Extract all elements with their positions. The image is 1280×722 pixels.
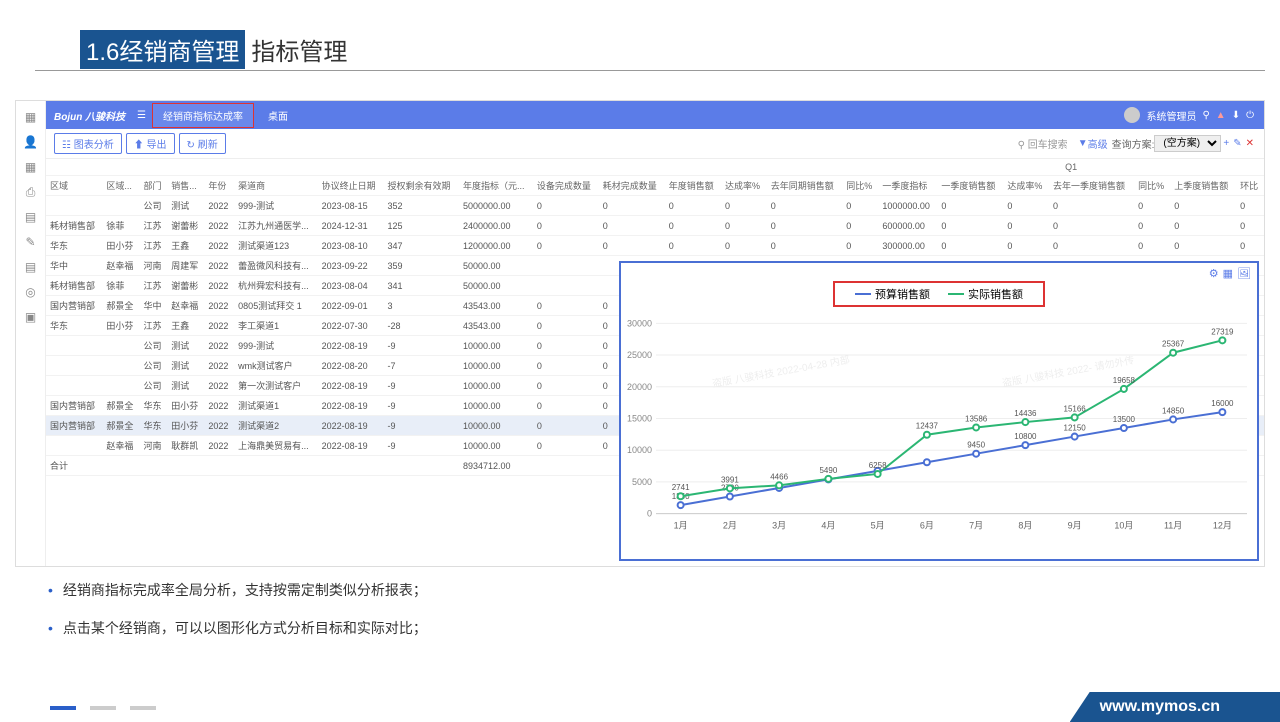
delete-icon[interactable]: ✕ [1246, 138, 1254, 149]
svg-text:25000: 25000 [627, 350, 652, 360]
search-icon[interactable]: ⚲ [1202, 110, 1209, 121]
toolbar: ☷ 图表分析 ⬆ 导出 ↻ 刷新 ⚲ 回车搜索 ▼ 高级 查询方案: (空方案)… [46, 129, 1264, 159]
sidebar-icon-code[interactable]: ▣ [22, 308, 40, 326]
svg-text:30000: 30000 [627, 318, 652, 328]
slide-title: 1.6经销商管理 指标管理 [80, 30, 353, 69]
svg-text:6月: 6月 [920, 521, 934, 531]
tab-desktop[interactable]: 桌面 [258, 104, 298, 127]
svg-text:1月: 1月 [674, 521, 688, 531]
page-indicators [50, 706, 156, 710]
chart-area: 0500010000150002000025000300001月2月3月4月5月… [656, 318, 1247, 534]
svg-text:7月: 7月 [969, 521, 983, 531]
svg-text:10月: 10月 [1114, 521, 1133, 531]
chart-tools: ⚙ ▦ 🖼 [1209, 267, 1251, 280]
bullet-2: 点击某个经销商，可以以图形化方式分析目标和实际对比； [63, 620, 427, 636]
svg-text:5000: 5000 [632, 477, 652, 487]
advanced-link[interactable]: 高级 [1088, 136, 1108, 151]
bullets: •经销商指标完成率全局分析，支持按需定制类似分析报表； •点击某个经销商，可以以… [48, 580, 427, 656]
svg-text:4466: 4466 [770, 472, 788, 481]
svg-text:20000: 20000 [627, 382, 652, 392]
svg-text:2741: 2741 [672, 483, 690, 492]
scheme-label: 查询方案: [1112, 136, 1155, 151]
refresh-button[interactable]: ↻ 刷新 [179, 133, 226, 154]
svg-text:12437: 12437 [916, 422, 939, 431]
svg-text:16000: 16000 [1211, 399, 1234, 408]
svg-text:9450: 9450 [967, 441, 985, 450]
title-divider [35, 70, 1265, 71]
svg-text:13586: 13586 [965, 414, 988, 423]
svg-text:5月: 5月 [871, 521, 885, 531]
svg-text:5490: 5490 [819, 466, 837, 475]
add-icon[interactable]: + [1223, 138, 1229, 149]
svg-text:15166: 15166 [1064, 404, 1087, 413]
svg-text:3月: 3月 [772, 521, 786, 531]
svg-text:19658: 19658 [1113, 376, 1136, 385]
chart-image-icon[interactable]: 🖼 [1237, 267, 1251, 280]
svg-text:11月: 11月 [1164, 521, 1182, 531]
svg-text:8月: 8月 [1018, 521, 1032, 531]
chart-legend: 预算销售额 实际销售额 [833, 281, 1045, 307]
app-window: ▦ 👤 ▦ ⎙ ▤ ✎ ▤ ◎ ▣ Bojun 八骏科技 ☰ 经销商指标达成率 … [15, 100, 1265, 567]
sidebar-icon-file[interactable]: ▤ [22, 258, 40, 276]
svg-text:15000: 15000 [627, 413, 652, 423]
title-part-a: 1.6经销商管理 [80, 30, 245, 69]
logo: Bojun 八骏科技 [46, 108, 131, 123]
svg-text:10000: 10000 [627, 445, 652, 455]
svg-text:13500: 13500 [1113, 415, 1136, 424]
footer-url: www.mymos.cn [1070, 692, 1280, 722]
sidebar-icon-user[interactable]: 👤 [22, 133, 40, 151]
svg-text:4月: 4月 [821, 521, 835, 531]
sidebar-icon-tool[interactable]: ✎ [22, 233, 40, 251]
avatar-icon [1124, 107, 1140, 123]
search-input[interactable]: ⚲ 回车搜索 [1018, 136, 1068, 151]
power-icon[interactable]: ⏻ [1246, 110, 1254, 121]
sidebar-icon-print[interactable]: ⎙ [22, 183, 40, 201]
svg-text:27319: 27319 [1211, 327, 1234, 336]
svg-text:2月: 2月 [723, 521, 737, 531]
chart-panel: ⚙ ▦ 🖼 预算销售额 实际销售额 盗版 八骏科技 2022-04-28 内部 … [619, 261, 1259, 561]
chart-settings-icon[interactable]: ⚙ [1209, 267, 1219, 280]
sidebar: ▦ 👤 ▦ ⎙ ▤ ✎ ▤ ◎ ▣ [16, 101, 46, 566]
title-part-b: 指标管理 [245, 30, 353, 69]
chart-excel-icon[interactable]: ▦ [1223, 267, 1233, 280]
svg-text:12月: 12月 [1213, 521, 1232, 531]
sidebar-icon-doc[interactable]: ▤ [22, 208, 40, 226]
svg-text:6258: 6258 [869, 461, 887, 470]
svg-text:25367: 25367 [1162, 340, 1185, 349]
legend-item-2: 实际销售额 [968, 286, 1023, 302]
svg-text:14436: 14436 [1014, 409, 1037, 418]
svg-text:10800: 10800 [1014, 432, 1037, 441]
filter-icon[interactable]: ▼ [1078, 138, 1088, 149]
tab-active[interactable]: 经销商指标达成率 [152, 103, 254, 128]
sidebar-icon-target[interactable]: ◎ [22, 283, 40, 301]
legend-item-1: 预算销售额 [875, 286, 930, 302]
bullet-1: 经销商指标完成率全局分析，支持按需定制类似分析报表； [63, 582, 427, 598]
user-name: 系统管理员 [1146, 108, 1196, 123]
bell-icon[interactable]: ▲ [1216, 110, 1226, 121]
user-area[interactable]: 系统管理员 ⚲ ▲ ⬇ ⏻ [1124, 107, 1264, 123]
scheme-select[interactable]: (空方案) [1154, 135, 1221, 152]
svg-text:3991: 3991 [721, 475, 739, 484]
export-button[interactable]: ⬆ 导出 [126, 133, 175, 154]
chart-analyze-button[interactable]: ☷ 图表分析 [54, 133, 122, 154]
svg-text:0: 0 [647, 509, 652, 519]
download-icon[interactable]: ⬇ [1232, 110, 1240, 121]
svg-text:9月: 9月 [1068, 521, 1082, 531]
menu-icon[interactable]: ☰ [137, 110, 146, 121]
topbar: Bojun 八骏科技 ☰ 经销商指标达成率 桌面 系统管理员 ⚲ ▲ ⬇ ⏻ [46, 101, 1264, 129]
edit-icon[interactable]: ✎ [1233, 138, 1241, 149]
svg-text:12150: 12150 [1064, 424, 1087, 433]
svg-text:14850: 14850 [1162, 406, 1185, 415]
sidebar-icon-dashboard[interactable]: ▦ [22, 108, 40, 126]
sidebar-icon-apps[interactable]: ▦ [22, 158, 40, 176]
